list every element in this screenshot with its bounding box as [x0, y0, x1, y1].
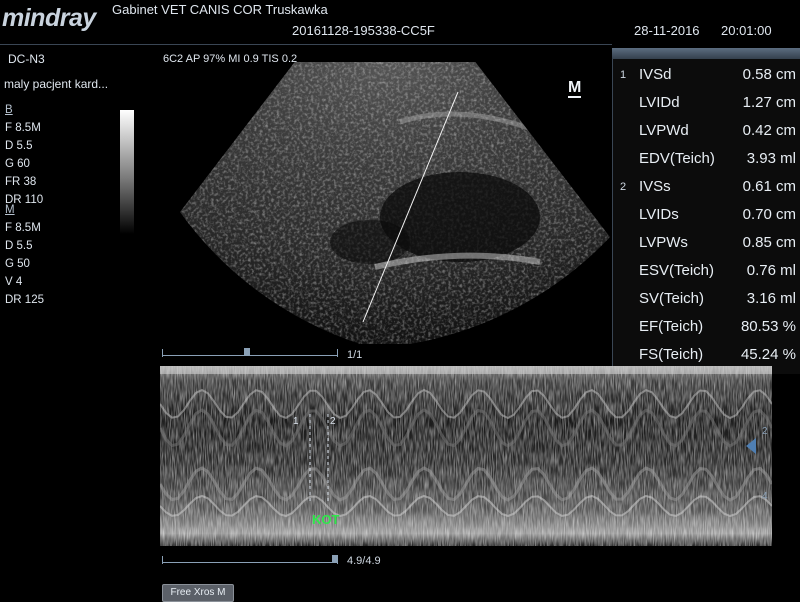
brand-logo: mindray [2, 4, 96, 32]
measurement-label: LVIDs [639, 206, 679, 223]
measurement-panel-header [612, 48, 800, 59]
b-mode-header: B [5, 104, 13, 116]
mmode-time-readout: 4.9/4.9 [347, 555, 381, 567]
m-mode-params: M F 8.5M D 5.5 G 50 V 4 DR 125 [5, 201, 44, 309]
bmode-image[interactable] [160, 62, 610, 344]
measurement-label: EDV(Teich) [639, 150, 715, 167]
bmode-ruler-tick [337, 349, 338, 357]
depth-scale-number: 4 [762, 491, 768, 502]
m-param: D 5.5 [5, 240, 33, 252]
bmode-frame-marker[interactable] [244, 348, 250, 356]
m-param: DR 125 [5, 294, 44, 306]
measurement-label: LVIDd [639, 94, 680, 111]
m-param: F 8.5M [5, 222, 41, 234]
measurement-index: 2 [620, 181, 627, 193]
measurement-index: 1 [620, 69, 627, 81]
measurement-label: EF(Teich) [639, 318, 704, 335]
bmode-ruler-tick [162, 349, 163, 357]
m-mode-header: M [5, 204, 15, 216]
measurement-value: 0.70 cm [742, 206, 796, 223]
grayscale-bar [120, 110, 134, 234]
b-mode-params: B F 8.5M D 5.5 G 60 FR 38 DR 110 [5, 101, 43, 209]
measurement-label: SV(Teich) [639, 290, 705, 307]
b-param: F 8.5M [5, 122, 41, 134]
caliper-number: 1 [293, 416, 299, 427]
measurement-value: 0.61 cm [742, 178, 796, 195]
measurement-row[interactable]: LVIDd 1.27 cm [612, 90, 800, 118]
probe-name: DC-N3 [8, 52, 45, 66]
exam-date: 28-11-2016 [634, 23, 700, 38]
measurement-value: 0.58 cm [742, 66, 796, 83]
measurement-value: 3.16 ml [746, 290, 796, 307]
m-param: V 4 [5, 276, 23, 288]
measurement-row[interactable]: 1 IVSd 0.58 cm [612, 62, 800, 90]
bmode-ruler [162, 355, 338, 356]
exam-time: 20:01:00 [721, 23, 772, 38]
measurement-label: FS(Teich) [639, 346, 704, 363]
measurement-row[interactable]: ESV(Teich) 0.76 ml [612, 258, 800, 286]
measurement-value: 0.85 cm [742, 234, 796, 251]
mmode-time-marker[interactable] [332, 555, 338, 563]
measurement-row[interactable]: EDV(Teich) 3.93 ml [612, 146, 800, 174]
measurement-value: 0.42 cm [742, 122, 796, 139]
clinic-name: Gabinet VET CANIS COR Truskawka [112, 2, 328, 17]
ultrasound-sector [180, 62, 610, 344]
measurement-row[interactable]: LVPWd 0.42 cm [612, 118, 800, 146]
m-param: G 50 [5, 258, 30, 270]
measurement-label: ESV(Teich) [639, 262, 715, 279]
depth-scale-number: 2 [762, 426, 768, 437]
measurement-list: 1 IVSd 0.58 cm LVIDd 1.27 cm LVPWd 0.42 cm EDV(… [612, 62, 800, 372]
measurement-label: IVSd [639, 66, 672, 83]
measurement-row[interactable]: EF(Teich) 80.53 % [612, 314, 800, 342]
mmode-annotation-label: KOT [312, 512, 340, 527]
b-param: D 5.5 [5, 140, 33, 152]
measurement-row[interactable]: LVPWs 0.85 cm [612, 230, 800, 258]
b-param: FR 38 [5, 176, 37, 188]
measurement-row[interactable]: LVIDs 0.70 cm [612, 202, 800, 230]
measurement-label: LVPWd [639, 122, 689, 139]
measurement-label: IVSs [639, 178, 671, 195]
patient-name: maly pacjent kard... [4, 77, 109, 91]
mmode-trace[interactable]: 1 2 2 4 [160, 366, 772, 546]
measurement-value: 45.24 % [740, 346, 796, 363]
measurement-value: 3.93 ml [746, 150, 796, 167]
measurement-value: 1.27 cm [742, 94, 796, 111]
measurement-row[interactable]: 2 IVSs 0.61 cm [612, 174, 800, 202]
mmode-ruler-tick [162, 556, 163, 564]
b-param: G 60 [5, 158, 30, 170]
mmode-top-border [160, 366, 772, 374]
measurement-row[interactable]: SV(Teich) 3.16 ml [612, 286, 800, 314]
frame-counter: 1/1 [347, 349, 363, 361]
mmode-ruler [162, 562, 338, 563]
header-divider [0, 44, 612, 45]
caliper-number: 2 [330, 416, 336, 427]
measurement-value: 80.53 % [740, 318, 796, 335]
measurement-label: LVPWs [639, 234, 688, 251]
exam-id: 20161128-195338-CC5F [292, 23, 435, 38]
m-mode-marker: M [568, 79, 582, 98]
free-xros-m-button[interactable]: Free Xros M [162, 584, 234, 602]
measurement-value: 0.76 ml [746, 262, 796, 279]
